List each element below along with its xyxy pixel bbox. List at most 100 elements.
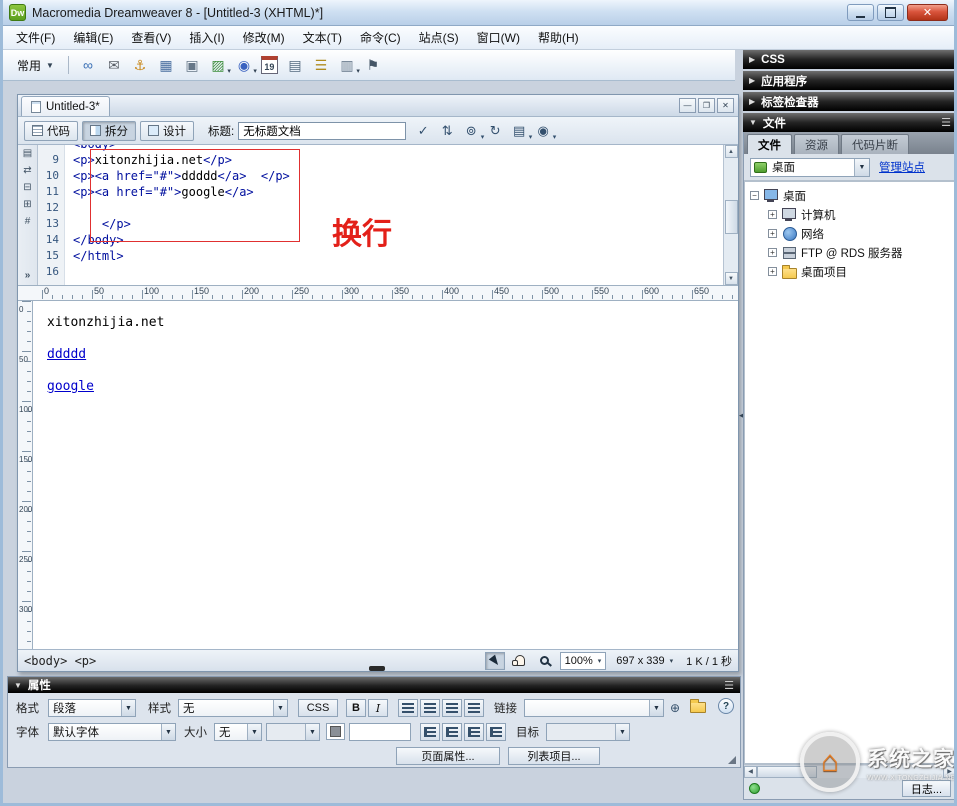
- panel-files[interactable]: ▼文件☰: [743, 113, 957, 132]
- properties-header[interactable]: ▼ 属性 ☰: [8, 677, 740, 693]
- size-select[interactable]: 无▼: [214, 723, 262, 741]
- panel-application[interactable]: ▶应用程序: [743, 71, 957, 90]
- doc-close-button[interactable]: ✕: [717, 98, 734, 113]
- expand-icon[interactable]: +: [768, 229, 777, 238]
- scroll-track[interactable]: [757, 766, 943, 778]
- bold-button[interactable]: B: [346, 699, 366, 717]
- menu-item-5[interactable]: 文本(T): [294, 26, 351, 49]
- css-button[interactable]: CSS: [298, 699, 338, 717]
- tag-selector[interactable]: <body> <p>: [24, 654, 96, 668]
- table-icon[interactable]: ▦: [155, 54, 177, 76]
- size-unit-select[interactable]: ▼: [266, 723, 320, 741]
- image-icon[interactable]: ▨▾: [207, 54, 229, 76]
- menu-item-0[interactable]: 文件(F): [7, 26, 64, 49]
- menu-item-3[interactable]: 插入(I): [180, 26, 233, 49]
- design-view[interactable]: 050100150200250300 xitonzhijia.net ddddd…: [18, 301, 738, 651]
- connection-status-icon[interactable]: [749, 783, 760, 794]
- hand-tool[interactable]: [510, 652, 530, 670]
- insert-div-icon[interactable]: ▣: [181, 54, 203, 76]
- zoom-level-select[interactable]: 100%▾: [560, 652, 607, 670]
- scroll-down-icon[interactable]: ▼: [725, 272, 738, 285]
- menu-item-6[interactable]: 命令(C): [351, 26, 410, 49]
- zoom-tool[interactable]: [535, 652, 555, 670]
- design-view-button[interactable]: 设计: [140, 121, 194, 141]
- help-icon[interactable]: ?: [718, 698, 734, 714]
- tree-item[interactable]: +计算机: [750, 205, 955, 224]
- document-tab[interactable]: Untitled-3*: [21, 96, 110, 116]
- file-management-icon[interactable]: ⇅: [436, 121, 458, 141]
- hyperlink-icon[interactable]: ∞: [77, 54, 99, 76]
- tree-item[interactable]: +FTP @ RDS 服务器: [750, 243, 955, 262]
- doc-title-input[interactable]: [238, 122, 406, 140]
- properties-expander[interactable]: [728, 756, 736, 764]
- panel-css[interactable]: ▶CSS: [743, 50, 957, 69]
- email-link-icon[interactable]: ✉: [103, 54, 125, 76]
- open-documents-icon[interactable]: ▤: [20, 147, 36, 160]
- doc-minimize-button[interactable]: —: [679, 98, 696, 113]
- minimize-button[interactable]: [847, 4, 874, 21]
- collapse-full-tag-icon[interactable]: ⇄: [20, 164, 36, 177]
- validate-icon[interactable]: ✓: [412, 121, 434, 141]
- list-item-button[interactable]: 列表项目...: [508, 747, 600, 765]
- expand-icon[interactable]: +: [768, 267, 777, 276]
- format-select[interactable]: 段落▼: [48, 699, 136, 717]
- media-icon[interactable]: ◉▾: [233, 54, 255, 76]
- scroll-up-icon[interactable]: ▲: [725, 145, 738, 158]
- align-right-button[interactable]: [442, 699, 462, 717]
- tree-item[interactable]: −桌面: [750, 186, 955, 205]
- select-tool[interactable]: [485, 652, 505, 670]
- panel-menu-icon[interactable]: ☰: [724, 679, 734, 692]
- maximize-button[interactable]: [877, 4, 904, 21]
- tree-item[interactable]: +桌面项目: [750, 262, 955, 281]
- italic-button[interactable]: I: [368, 699, 388, 717]
- comment-icon[interactable]: ☰: [310, 54, 332, 76]
- align-justify-button[interactable]: [464, 699, 484, 717]
- outdent-button[interactable]: [464, 723, 484, 741]
- code-view[interactable]: ▤⇄⊟⊞#» <body>9<p>xitonzhijia.net</p>10<p…: [18, 145, 738, 285]
- view-options-icon[interactable]: ▤▾: [508, 121, 530, 141]
- head-script-icon[interactable]: ▥▾: [336, 54, 358, 76]
- link-combo[interactable]: ▼: [524, 699, 664, 717]
- file-tree[interactable]: −桌面+计算机+网络+FTP @ RDS 服务器+桌面项目: [744, 181, 956, 764]
- refresh-icon[interactable]: ↻: [484, 121, 506, 141]
- code-scrollbar[interactable]: ▲ ▼: [723, 145, 738, 285]
- preview-debug-icon[interactable]: ⊚▾: [460, 121, 482, 141]
- insertbar-category-dropdown[interactable]: 常用 ▼: [11, 55, 60, 76]
- tree-item[interactable]: +网络: [750, 224, 955, 243]
- scroll-left-icon[interactable]: ◀: [744, 766, 757, 778]
- site-select[interactable]: 桌面 ▼: [750, 158, 870, 177]
- code-line-10[interactable]: 10<p><a href="#">ddddd</a> </p>: [38, 168, 723, 184]
- expand-all-icon[interactable]: ⊞: [20, 198, 36, 211]
- collapse-icon[interactable]: −: [750, 191, 759, 200]
- scroll-thumb[interactable]: [725, 200, 738, 234]
- menu-item-8[interactable]: 窗口(W): [468, 26, 529, 49]
- splitter-grip[interactable]: [369, 666, 385, 671]
- menu-item-4[interactable]: 修改(M): [234, 26, 294, 49]
- align-left-button[interactable]: [398, 699, 418, 717]
- panel-menu-icon[interactable]: ☰: [941, 116, 951, 129]
- text-color-picker[interactable]: [326, 723, 345, 740]
- page-properties-button[interactable]: 页面属性...: [396, 747, 500, 765]
- menu-item-9[interactable]: 帮助(H): [529, 26, 588, 49]
- design-link-google[interactable]: google: [47, 379, 94, 394]
- log-button[interactable]: 日志...: [902, 780, 951, 797]
- code-line-11[interactable]: 11<p><a href="#">google</a>: [38, 184, 723, 200]
- named-anchor-icon[interactable]: ⚓: [129, 54, 151, 76]
- color-value-input[interactable]: [349, 723, 411, 741]
- point-to-file-icon[interactable]: ⊕: [670, 699, 680, 717]
- doc-restore-button[interactable]: ❐: [698, 98, 715, 113]
- design-canvas[interactable]: xitonzhijia.net ddddd google: [33, 301, 738, 651]
- font-select[interactable]: 默认字体▼: [48, 723, 176, 741]
- style-select[interactable]: 无▼: [178, 699, 288, 717]
- tag-chooser-icon[interactable]: ⚑: [362, 54, 384, 76]
- split-view-button[interactable]: 拆分: [82, 121, 136, 141]
- target-select[interactable]: ▼: [546, 723, 630, 741]
- files-tab-1[interactable]: 资源: [794, 134, 839, 154]
- expand-icon[interactable]: +: [768, 210, 777, 219]
- scroll-right-icon[interactable]: ▶: [943, 766, 956, 778]
- window-size-select[interactable]: 697 x 339▾: [611, 652, 678, 670]
- indent-button[interactable]: [486, 723, 506, 741]
- server-include-icon[interactable]: ▤: [284, 54, 306, 76]
- menu-item-7[interactable]: 站点(S): [410, 26, 468, 49]
- code-line-16[interactable]: 16: [38, 264, 723, 280]
